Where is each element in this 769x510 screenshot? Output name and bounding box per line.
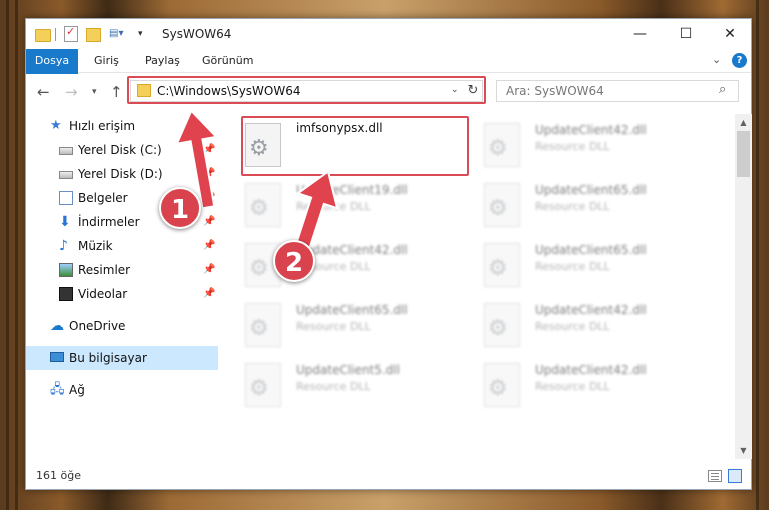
dll-file-icon [484, 303, 520, 347]
file-item[interactable]: UpdateClient65.dll Resource DLL [479, 238, 709, 294]
step-badge-2: 2 [273, 240, 315, 282]
download-icon: ⬇ [59, 214, 71, 230]
item-count: 161 öğe [36, 469, 81, 482]
file-item[interactable]: UpdateClient42.dll Resource DLL [479, 358, 709, 414]
file-item[interactable]: UpdateClient5.dll Resource DLL [240, 358, 470, 414]
customize-view-icon[interactable]: ▤▾ [109, 26, 131, 42]
file-item[interactable]: UpdateClient65.dll Resource DLL [240, 298, 470, 354]
music-icon: ♪ [59, 238, 68, 254]
recent-locations-icon[interactable]: ▾ [92, 87, 97, 97]
expand-ribbon-icon[interactable]: ⌄ [712, 53, 721, 66]
title-bar: ▤▾ ▾ SysWOW64 — ☐ ✕ [26, 19, 751, 49]
cloud-icon: ☁ [50, 318, 64, 334]
help-icon[interactable]: ? [732, 53, 747, 68]
close-button[interactable]: ✕ [707, 19, 753, 49]
quick-access-dropdown-icon[interactable]: ▾ [138, 26, 148, 42]
pin-icon[interactable]: 📌 [203, 258, 215, 282]
search-icon[interactable]: ⌕ [719, 82, 726, 97]
video-icon [59, 287, 73, 301]
file-description: Resource DLL [535, 200, 610, 213]
back-arrow-icon[interactable]: ← [37, 83, 50, 101]
drive-icon [59, 147, 73, 155]
new-folder-icon[interactable] [85, 26, 101, 42]
dll-file-icon [245, 363, 281, 407]
tab-home[interactable]: Giriş [94, 49, 119, 73]
tab-view[interactable]: Görünüm [202, 49, 253, 73]
file-name: UpdateClient5.dll [296, 363, 400, 377]
dll-file-icon [484, 363, 520, 407]
vertical-scrollbar[interactable]: ▲ ▼ [735, 114, 752, 459]
navigation-bar: ← → ▾ ↑ C:\Windows\SysWOW64 ⌄ ↻ Ara: Sys… [26, 74, 751, 110]
file-description: Resource DLL [535, 140, 610, 153]
scroll-up-icon[interactable]: ▲ [735, 114, 752, 131]
sidebar-item-label: Belgeler [78, 191, 128, 205]
sidebar-item-label: Videolar [78, 287, 128, 301]
pictures-icon [59, 263, 73, 277]
file-name: UpdateClient65.dll [296, 303, 408, 317]
folder-icon [34, 26, 51, 42]
sidebar-item-pictures[interactable]: Resimler 📌 [26, 258, 218, 282]
file-item[interactable]: UpdateClient42.dll Resource DLL [479, 298, 709, 354]
dll-file-icon [245, 303, 281, 347]
star-icon: ★ [50, 118, 62, 133]
dll-file-icon [484, 243, 520, 287]
file-name: UpdateClient42.dll [535, 303, 647, 317]
background-decoration [15, 0, 18, 510]
sidebar-item-label: Ağ [69, 383, 85, 397]
sidebar-item-videos[interactable]: Videolar 📌 [26, 282, 218, 306]
pin-icon[interactable]: 📌 [203, 282, 215, 306]
dll-file-icon [484, 123, 520, 167]
sidebar-item-music[interactable]: ♪ Müzik 📌 [26, 234, 218, 258]
network-icon: 🖧 [50, 382, 65, 397]
scrollbar-thumb[interactable] [737, 131, 750, 177]
file-name: UpdateClient42.dll [535, 123, 647, 137]
pin-icon[interactable]: 📌 [203, 234, 215, 258]
file-description: Resource DLL [535, 260, 610, 273]
ribbon-tabs: Dosya Giriş Paylaş Görünüm ⌄ ? [26, 49, 751, 105]
file-description: Resource DLL [535, 320, 610, 333]
sidebar-item-label: İndirmeler [78, 215, 140, 229]
file-item[interactable]: UpdateClient42.dll Resource DLL [479, 118, 709, 174]
computer-icon [50, 352, 64, 362]
sidebar-item-this-pc[interactable]: Bu bilgisayar [26, 346, 218, 370]
up-arrow-icon[interactable]: ↑ [110, 83, 123, 101]
details-view-icon[interactable] [708, 470, 722, 482]
background-decoration [6, 0, 9, 510]
file-name: UpdateClient42.dll [535, 363, 647, 377]
dll-file-icon [484, 183, 520, 227]
explorer-window: ▤▾ ▾ SysWOW64 — ☐ ✕ Dosya Giriş Paylaş G… [25, 18, 752, 490]
status-bar: 161 öğe [26, 464, 751, 489]
sidebar-item-network[interactable]: 🖧 Ağ [26, 378, 218, 402]
sidebar-item-label: Bu bilgisayar [69, 351, 147, 365]
file-description: Resource DLL [296, 320, 371, 333]
background-decoration [756, 0, 759, 510]
file-description: Resource DLL [296, 380, 371, 393]
sidebar-item-label: Resimler [78, 263, 131, 277]
file-name: UpdateClient65.dll [535, 183, 647, 197]
scroll-down-icon[interactable]: ▼ [735, 442, 752, 459]
properties-icon[interactable] [64, 25, 78, 42]
sidebar-item-label: OneDrive [69, 319, 126, 333]
sidebar-item-onedrive[interactable]: ☁ OneDrive [26, 314, 218, 338]
large-icons-view-icon[interactable] [728, 469, 742, 483]
file-item[interactable]: UpdateClient65.dll Resource DLL [479, 178, 709, 234]
search-input[interactable]: Ara: SysWOW64 ⌕ [496, 80, 739, 102]
sidebar-item-label: Müzik [78, 239, 113, 253]
tab-share[interactable]: Paylaş [145, 49, 180, 73]
step-badge-1: 1 [159, 187, 201, 229]
sidebar-item-label: Hızlı erişim [69, 119, 136, 133]
minimize-button[interactable]: — [617, 19, 663, 49]
search-placeholder: Ara: SysWOW64 [506, 84, 604, 98]
divider [55, 28, 56, 41]
file-description: Resource DLL [535, 380, 610, 393]
drive-icon [59, 171, 73, 179]
forward-arrow-icon[interactable]: → [65, 83, 78, 101]
maximize-button[interactable]: ☐ [663, 19, 709, 49]
documents-icon [59, 191, 73, 205]
window-title: SysWOW64 [162, 27, 232, 41]
file-name: UpdateClient65.dll [535, 243, 647, 257]
